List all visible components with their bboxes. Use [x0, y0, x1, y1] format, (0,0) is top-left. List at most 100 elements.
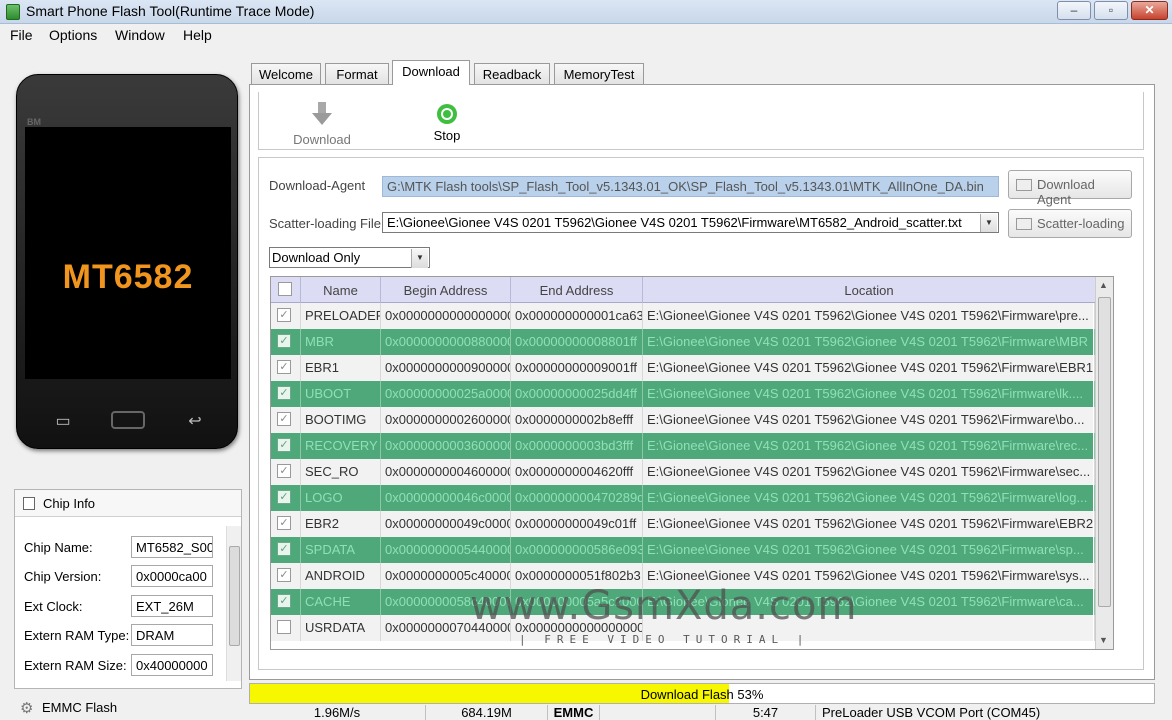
download-button[interactable]: Download: [290, 100, 354, 147]
partition-name-cell: PRELOADER: [301, 303, 381, 329]
row-checkbox[interactable]: ✓: [277, 438, 291, 452]
home-key-icon: [111, 411, 145, 429]
row-checkbox[interactable]: ✓: [277, 308, 291, 322]
restore-button[interactable]: ▫: [1094, 1, 1128, 20]
location-cell[interactable]: E:\Gionee\Gionee V4S 0201 T5962\Gionee V…: [643, 303, 1095, 329]
table-row[interactable]: ✓ UBOOT 0x00000000025a0000 0x00000000025dd4…: [271, 381, 1095, 407]
chevron-down-icon[interactable]: ▼: [411, 249, 428, 268]
table-row[interactable]: ✓ BOOTIMG 0x0000000002600000 0x0000000002b8…: [271, 407, 1095, 433]
minimize-button[interactable]: –: [1057, 1, 1091, 20]
table-row[interactable]: ✓ EBR1 0x0000000000900000 0x00000000009001f…: [271, 355, 1095, 381]
partition-name-cell: MBR: [301, 329, 381, 355]
chip-info-scroll-thumb[interactable]: [229, 546, 240, 646]
location-cell[interactable]: E:\Gionee\Gionee V4S 0201 T5962\Gionee V…: [643, 381, 1095, 407]
end-address-cell: 0x0000000004620fff: [511, 459, 643, 485]
app-icon: [6, 4, 20, 20]
tab-download[interactable]: Download: [392, 60, 470, 85]
menu-window[interactable]: Window: [115, 27, 165, 43]
extern-ram-type-field[interactable]: DRAM: [131, 624, 213, 646]
partition-name-cell: CACHE: [301, 589, 381, 615]
table-row[interactable]: ✓ PRELOADER 0x0000000000000000 0x0000000000…: [271, 303, 1095, 329]
window-title: Smart Phone Flash Tool(Runtime Trace Mod…: [26, 3, 315, 19]
scroll-up-icon[interactable]: ▲: [1099, 280, 1108, 290]
end-address-cell: 0x000000000586e093: [511, 537, 643, 563]
stop-button[interactable]: Stop: [424, 103, 470, 147]
end-address-cell: 0x0000000002b8efff: [511, 407, 643, 433]
table-row[interactable]: ✓ LOGO 0x00000000046c0000 0x000000000470289…: [271, 485, 1095, 511]
scroll-down-icon[interactable]: ▼: [1099, 635, 1108, 645]
menu-help[interactable]: Help: [183, 27, 212, 43]
status-time: 5:47: [715, 705, 815, 720]
chip-version-field[interactable]: 0x0000ca00: [131, 565, 213, 587]
row-checkbox[interactable]: ✓: [277, 516, 291, 530]
row-checkbox[interactable]: ✓: [277, 464, 291, 478]
location-cell[interactable]: E:\Gionee\Gionee V4S 0201 T5962\Gionee V…: [643, 537, 1095, 563]
download-agent-path[interactable]: G:\MTK Flash tools\SP_Flash_Tool_v5.1343…: [382, 176, 999, 197]
column-header-begin-address[interactable]: Begin Address: [381, 277, 511, 303]
row-checkbox[interactable]: ✓: [277, 334, 291, 348]
table-row[interactable]: ✓ SEC_RO 0x0000000004600000 0x0000000004620…: [271, 459, 1095, 485]
row-checkbox-cell: ✓: [271, 433, 301, 459]
watermark-text: www.GsmXda.com: [470, 583, 858, 629]
begin-address-cell: 0x0000000000000000: [381, 303, 511, 329]
status-bar: 1.96M/s 684.19M EMMC 5:47 PreLoader USB …: [249, 705, 1172, 720]
location-cell[interactable]: E:\Gionee\Gionee V4S 0201 T5962\Gionee V…: [643, 355, 1095, 381]
begin-address-cell: 0x00000000049c0000: [381, 511, 511, 537]
table-row[interactable]: ✓ EBR2 0x00000000049c0000 0x00000000049c01f…: [271, 511, 1095, 537]
stop-button-label: Stop: [433, 128, 461, 143]
scatter-loading-button-label: Scatter-loading: [1037, 216, 1125, 231]
table-scroll-thumb[interactable]: [1098, 297, 1111, 607]
chip-version-label: Chip Version:: [24, 569, 102, 584]
begin-address-cell: 0x00000000025a0000: [381, 381, 511, 407]
location-cell[interactable]: E:\Gionee\Gionee V4S 0201 T5962\Gionee V…: [643, 407, 1095, 433]
row-checkbox[interactable]: ✓: [277, 568, 291, 582]
chip-info-header[interactable]: Chip Info: [15, 490, 241, 517]
download-mode-select[interactable]: Download Only ▼: [269, 247, 430, 268]
partition-name-cell: RECOVERY: [301, 433, 381, 459]
row-checkbox-cell: ✓: [271, 303, 301, 329]
status-storage: EMMC: [547, 705, 599, 720]
row-checkbox[interactable]: ✓: [277, 386, 291, 400]
column-header-end-address[interactable]: End Address: [511, 277, 643, 303]
table-header: Name Begin Address End Address Location: [271, 277, 1095, 303]
menu-file[interactable]: File: [10, 27, 33, 43]
phone-screen: [25, 127, 231, 379]
download-agent-label: Download-Agent: [269, 178, 366, 193]
row-checkbox[interactable]: ✓: [277, 360, 291, 374]
column-header-location[interactable]: Location: [643, 277, 1095, 303]
row-checkbox[interactable]: ✓: [277, 594, 291, 608]
chevron-down-icon[interactable]: ▼: [980, 214, 997, 232]
table-row[interactable]: ✓ MBR 0x0000000000880000 0x00000000008801ff…: [271, 329, 1095, 355]
row-checkbox-cell: ✓: [271, 407, 301, 433]
table-scrollbar[interactable]: ▲ ▼: [1095, 277, 1113, 649]
row-checkbox[interactable]: [277, 620, 291, 634]
chip-info-scrollbar[interactable]: [226, 526, 241, 681]
table-row[interactable]: ✓ SPDATA 0x0000000005440000 0x000000000586e…: [271, 537, 1095, 563]
scatter-loading-button[interactable]: Scatter-loading: [1008, 209, 1132, 238]
column-header-name[interactable]: Name: [301, 277, 381, 303]
location-cell[interactable]: E:\Gionee\Gionee V4S 0201 T5962\Gionee V…: [643, 459, 1095, 485]
extern-ram-size-field[interactable]: 0x40000000: [131, 654, 213, 676]
menu-options[interactable]: Options: [49, 27, 97, 43]
row-checkbox[interactable]: ✓: [277, 490, 291, 504]
tab-format[interactable]: Format: [325, 63, 389, 84]
row-checkbox[interactable]: ✓: [277, 412, 291, 426]
chip-name-field[interactable]: MT6582_S00: [131, 536, 213, 558]
emmc-flash-item[interactable]: ⚙ EMMC Flash: [14, 695, 242, 720]
location-cell[interactable]: E:\Gionee\Gionee V4S 0201 T5962\Gionee V…: [643, 485, 1095, 511]
location-cell[interactable]: E:\Gionee\Gionee V4S 0201 T5962\Gionee V…: [643, 433, 1095, 459]
download-agent-button[interactable]: Download Agent: [1008, 170, 1132, 207]
ext-clock-field[interactable]: EXT_26M: [131, 595, 213, 617]
close-button[interactable]: ✕: [1131, 1, 1168, 20]
begin-address-cell: 0x0000000004600000: [381, 459, 511, 485]
tab-readback[interactable]: Readback: [474, 63, 550, 84]
tab-welcome[interactable]: Welcome: [251, 63, 321, 84]
location-cell[interactable]: E:\Gionee\Gionee V4S 0201 T5962\Gionee V…: [643, 511, 1095, 537]
progress-label: Download Flash 53%: [640, 687, 764, 702]
row-checkbox[interactable]: ✓: [277, 542, 291, 556]
select-all-checkbox[interactable]: [278, 282, 292, 296]
location-cell[interactable]: E:\Gionee\Gionee V4S 0201 T5962\Gionee V…: [643, 329, 1095, 355]
table-row[interactable]: ✓ RECOVERY 0x0000000003600000 0x0000000003b…: [271, 433, 1095, 459]
tab-memorytest[interactable]: MemoryTest: [554, 63, 644, 84]
scatter-file-combo[interactable]: E:\Gionee\Gionee V4S 0201 T5962\Gionee V…: [382, 212, 999, 233]
